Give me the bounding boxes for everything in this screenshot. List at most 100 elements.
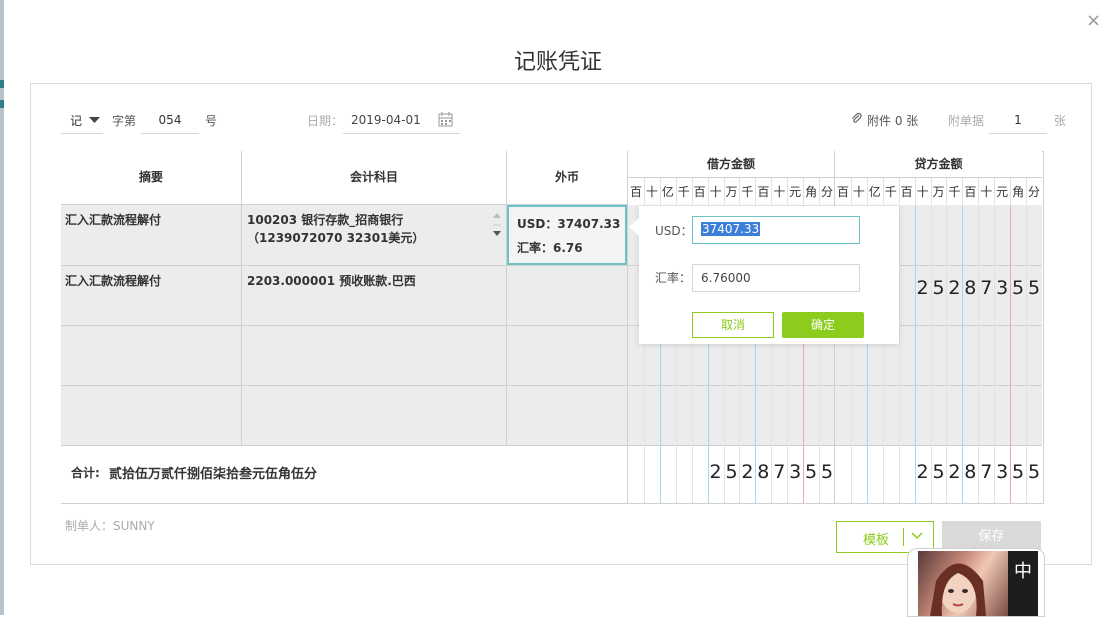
total-debit-amount: 25287355 [628,461,835,491]
amount-digit: 2 [948,277,961,299]
header-summary: 摘要 [61,151,242,205]
total-words: 贰拾伍万贰仟捌佰柒拾叁元伍角伍分 [109,467,318,482]
amount-digit: 3 [996,461,1009,483]
digit-unit-label: 亿 [868,185,881,199]
digit-unit-label: 百 [900,185,913,199]
exchange-rate-input[interactable]: 6.76000 [692,264,860,292]
digit-divider [946,205,948,503]
digit-divider [866,178,868,204]
row2-summary[interactable]: 汇入汇款流程解付 [65,272,161,289]
date-label: 日期： [307,114,344,128]
digit-divider [978,205,980,503]
amount-digit: 5 [725,461,738,483]
row1-account[interactable]: 100203 银行存款_招商银行（1239072070 32301美元） [247,211,487,247]
attach-doc-input[interactable]: 1 [989,109,1047,134]
digit-divider [1026,178,1028,204]
digit-unit-label: 百 [836,185,849,199]
digit-unit-label: 千 [948,185,961,199]
digit-divider [850,178,852,204]
amount-digit: 5 [820,461,834,483]
currency-rate-text: 汇率：6.76 [517,241,583,255]
amount-digit: 8 [964,277,977,299]
debit-digit-units: 百十亿千百十万千百十元角分 [628,178,835,204]
digit-divider [707,178,709,204]
hao-label: 号 [205,114,218,128]
digit-unit-label: 百 [693,185,706,199]
credit-digit-units: 百十亿千百十万千百十元角分 [835,178,1042,204]
currency-cell-active[interactable]: USD：37407.33 汇率：6.76 [507,205,627,265]
digit-unit-label: 元 [789,185,802,199]
usd-amount-input[interactable]: 37407.33 [692,216,860,244]
digit-unit-label: 百 [629,185,642,199]
digit-divider [962,178,964,204]
digit-unit-label: 元 [996,185,1009,199]
amount-digit: 5 [1012,461,1025,483]
digit-divider [914,205,916,503]
attachment-link[interactable]: 附件 0 张 [867,112,918,129]
digit-unit-label: 十 [852,185,865,199]
popup-arrow [629,218,639,236]
digit-unit-label: 十 [773,185,786,199]
amount-digit: 5 [1012,277,1025,299]
digit-divider [930,205,932,503]
floating-ad[interactable]: 中 [907,548,1045,617]
digit-divider [675,178,677,204]
amount-digit: 5 [1027,461,1041,483]
voucher-number-input[interactable]: 054 [141,109,199,134]
header-currency: 外币 [507,151,628,205]
digit-divider [787,178,789,204]
digit-divider [994,205,996,503]
digit-unit-label: 十 [916,185,929,199]
date-value: 2019-04-01 [351,113,421,127]
digit-unit-label: 千 [884,185,897,199]
voucher-word-value: 记 [70,114,83,128]
digit-unit-label: 角 [1012,185,1025,199]
digit-divider [914,178,916,204]
amount-digit: 8 [757,461,770,483]
amount-digit: 5 [932,277,945,299]
digit-divider [755,178,757,204]
template-label: 模板 [863,533,890,548]
account-scroll-arrows-icon[interactable] [492,211,502,239]
digit-divider [946,178,948,204]
header-debit: 借方金额 [628,151,835,178]
calendar-icon[interactable] [438,112,453,127]
digit-unit-label: 万 [725,185,738,199]
digit-divider [1010,178,1012,204]
digit-divider [691,178,693,204]
amount-digit: 5 [805,461,818,483]
header-account: 会计科目 [242,151,507,205]
amount-digit: 7 [980,277,993,299]
digit-divider [771,178,773,204]
popup-confirm-button[interactable]: 确定 [782,312,864,338]
amount-digit: 7 [980,461,993,483]
amount-digit: 2 [916,277,929,299]
voucher-panel: 记 字第 054 号 日期： 2019-04-01 附件 0 张 附单据 1 张… [30,83,1092,565]
ad-side-panel: 中 [1008,551,1038,616]
date-input[interactable]: 2019-04-01 [343,109,460,134]
amount-digit: 8 [964,461,977,483]
digit-unit-label: 千 [677,185,690,199]
voucher-number-value: 054 [158,113,182,127]
digit-divider [1010,205,1012,503]
digit-unit-label: 十 [980,185,993,199]
chevron-down-icon[interactable] [911,532,923,540]
amount-digit: 5 [932,461,945,483]
amount-digit: 5 [1027,277,1041,299]
close-icon[interactable]: × [1086,10,1101,31]
attach-doc-value: 1 [1014,113,1022,127]
row2-account[interactable]: 2203.000001 预收账款.巴西 [247,272,416,289]
row1-summary[interactable]: 汇入汇款流程解付 [65,211,161,228]
caret-down-icon [89,117,100,123]
digit-divider [739,178,741,204]
voucher-word-select[interactable]: 记 [61,109,103,134]
usd-amount-value: 37407.33 [701,222,761,236]
digit-unit-label: 百 [757,185,770,199]
popup-cancel-button[interactable]: 取消 [692,312,774,338]
column-divider [241,205,242,445]
maker-label: 制单人：SUNNY [65,519,155,533]
digit-unit-label: 千 [741,185,754,199]
digit-divider [659,178,661,204]
ad-text: 中 [1014,561,1032,582]
digit-unit-label: 分 [1028,185,1041,199]
